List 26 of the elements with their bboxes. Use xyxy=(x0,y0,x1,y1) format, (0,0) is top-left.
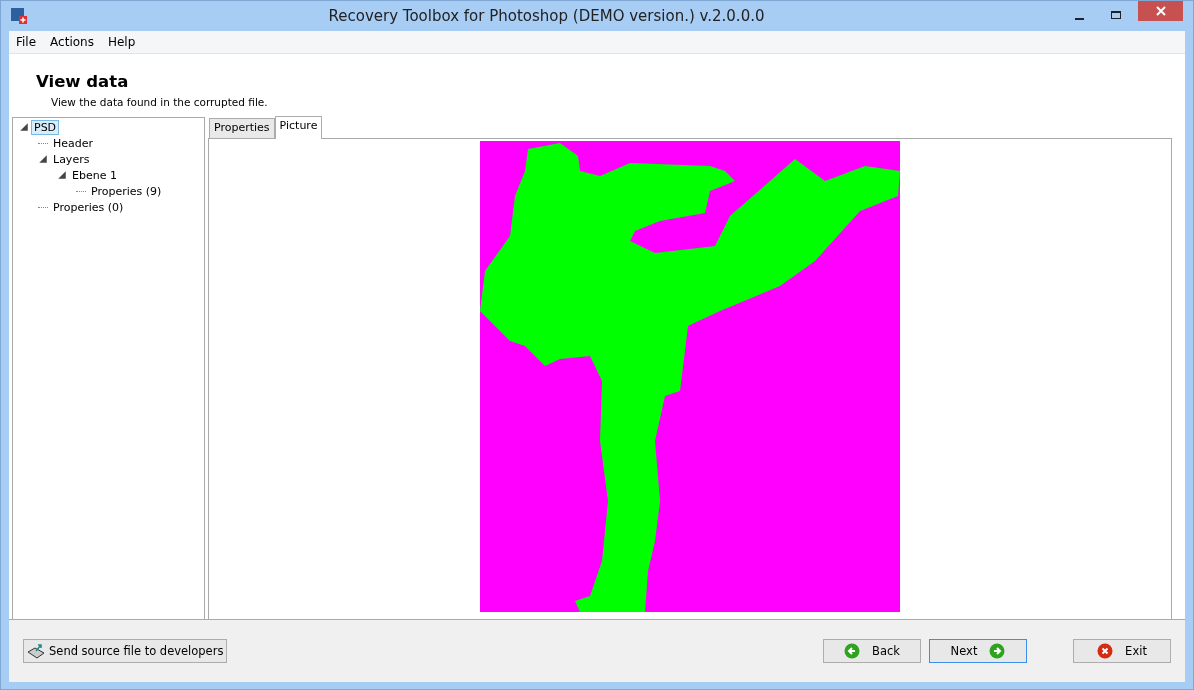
next-button[interactable]: Next xyxy=(929,639,1027,663)
app-icon xyxy=(11,8,27,24)
tree-item[interactable]: Header xyxy=(50,135,97,151)
close-button[interactable] xyxy=(1138,1,1183,21)
exit-button[interactable]: Exit xyxy=(1073,639,1171,663)
back-button[interactable]: Back xyxy=(823,639,921,663)
send-source-file-button[interactable]: Send source file to developers xyxy=(23,639,228,663)
window-title: Recovery Toolbox for Photoshop (DEMO version.) v.2.0.0.0 xyxy=(327,7,766,25)
tree-item[interactable]: Ebene 1 xyxy=(69,167,120,183)
send-file-icon xyxy=(27,643,45,659)
tab[interactable]: Picture xyxy=(274,116,323,139)
collapse-triangle-icon[interactable] xyxy=(38,154,48,164)
tree-item[interactable]: Layers xyxy=(50,151,93,167)
close-icon xyxy=(1097,643,1114,659)
page-subtitle: View the data found in the corrupted file. xyxy=(51,96,269,108)
tab[interactable]: Properties xyxy=(209,118,275,138)
menu-item[interactable]: Actions xyxy=(43,35,101,49)
page-heading: View data xyxy=(36,72,130,91)
collapse-triangle-icon[interactable] xyxy=(19,122,29,132)
close-icon xyxy=(1155,6,1166,16)
menu-item[interactable]: File xyxy=(9,35,44,49)
tree-item[interactable]: PSD xyxy=(31,119,60,135)
tree-item[interactable]: Properies (9) xyxy=(88,183,165,199)
tree-item[interactable]: Properies (0) xyxy=(50,199,127,215)
menu-item[interactable]: Help xyxy=(100,35,143,49)
collapse-triangle-icon[interactable] xyxy=(57,170,67,180)
